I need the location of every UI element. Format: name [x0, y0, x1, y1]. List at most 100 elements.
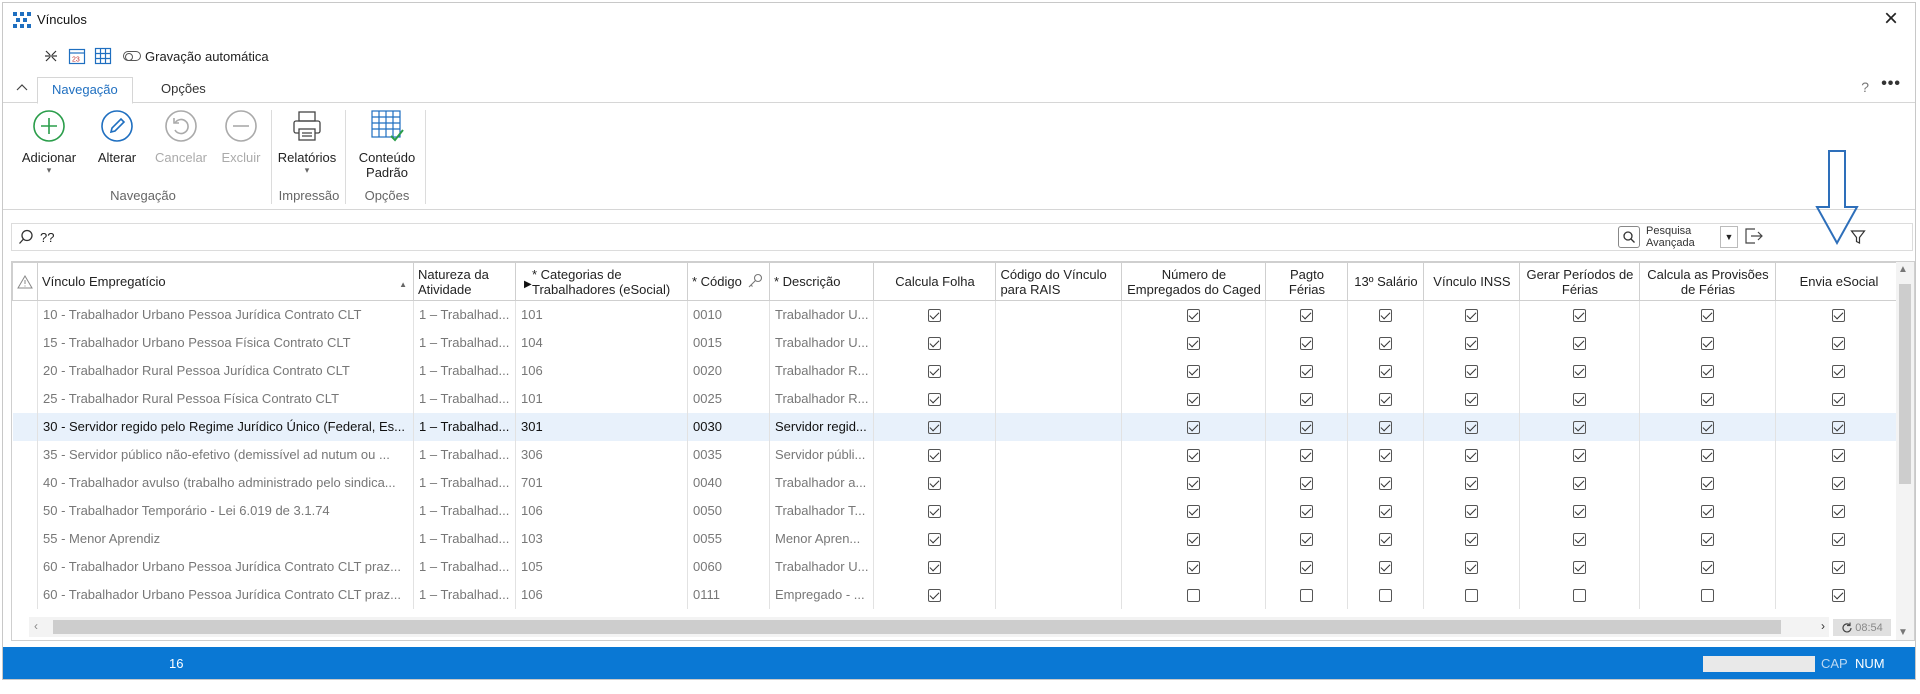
checkbox[interactable]: [928, 393, 942, 407]
checkbox[interactable]: [1187, 337, 1201, 351]
horizontal-scroll-thumb[interactable]: [53, 620, 1781, 634]
checkbox[interactable]: [1379, 505, 1393, 519]
vertical-scrollbar[interactable]: ▲ ▼: [1896, 262, 1914, 640]
table-row[interactable]: 50 - Trabalhador Temporário - Lei 6.019 …: [12, 496, 1903, 525]
checkbox[interactable]: [1187, 589, 1201, 603]
checkbox[interactable]: [1187, 561, 1201, 575]
checkbox[interactable]: [1465, 309, 1479, 323]
checkbox[interactable]: [1187, 309, 1201, 323]
add-dropdown-icon[interactable]: ▾: [17, 165, 81, 175]
checkbox[interactable]: [928, 337, 942, 351]
autosave-toggle[interactable]: Gravação automática: [123, 49, 269, 64]
checkbox[interactable]: [1300, 589, 1314, 603]
grid-view-icon[interactable]: [93, 46, 113, 66]
checkbox[interactable]: [928, 309, 942, 323]
checkbox[interactable]: [1832, 505, 1846, 519]
header-codigo[interactable]: * Código: [687, 262, 770, 301]
header-calcula-folha[interactable]: Calcula Folha: [873, 262, 997, 301]
table-row[interactable]: 20 - Trabalhador Rural Pessoa Jurídica C…: [12, 356, 1903, 385]
checkbox[interactable]: [928, 505, 942, 519]
checkbox[interactable]: [1701, 477, 1715, 491]
checkbox[interactable]: [1187, 505, 1201, 519]
checkbox[interactable]: [1300, 337, 1314, 351]
warning-column-header[interactable]: [12, 262, 38, 301]
header-13-salario[interactable]: 13º Salário: [1347, 262, 1425, 301]
add-button[interactable]: Adicionar ▾: [17, 108, 81, 175]
checkbox[interactable]: [928, 561, 942, 575]
table-row[interactable]: 25 - Trabalhador Rural Pessoa Física Con…: [12, 384, 1903, 413]
checkbox[interactable]: [1379, 365, 1393, 379]
checkbox[interactable]: [1465, 449, 1479, 463]
scroll-right-icon[interactable]: ›: [1821, 619, 1825, 633]
checkbox[interactable]: [1701, 337, 1715, 351]
checkbox[interactable]: [928, 365, 942, 379]
checkbox[interactable]: [1573, 533, 1587, 547]
close-button[interactable]: ×: [1877, 7, 1905, 33]
checkbox[interactable]: [1379, 393, 1393, 407]
checkbox[interactable]: [1465, 365, 1479, 379]
table-row[interactable]: 35 - Servidor público não-efetivo (demis…: [12, 440, 1903, 469]
tab-opcoes[interactable]: Opções: [147, 77, 220, 104]
checkbox[interactable]: [1701, 309, 1715, 323]
checkbox[interactable]: [1701, 421, 1715, 435]
checkbox[interactable]: [1300, 561, 1314, 575]
checkbox[interactable]: [1300, 365, 1314, 379]
header-calcula-provisoes[interactable]: Calcula as Provisões de Férias: [1639, 262, 1777, 301]
more-options-icon[interactable]: •••: [1881, 75, 1901, 93]
checkbox[interactable]: [1832, 393, 1846, 407]
search-input[interactable]: [40, 228, 1240, 246]
checkbox[interactable]: [1379, 589, 1393, 603]
checkbox[interactable]: [1379, 477, 1393, 491]
checkbox[interactable]: [1465, 533, 1479, 547]
checkbox[interactable]: [1187, 421, 1201, 435]
export-icon[interactable]: [1744, 227, 1764, 245]
table-row[interactable]: 60 - Trabalhador Urbano Pessoa Jurídica …: [12, 580, 1903, 609]
table-row[interactable]: 30 - Servidor regido pelo Regime Jurídic…: [12, 412, 1903, 441]
checkbox[interactable]: [1465, 477, 1479, 491]
checkbox[interactable]: [928, 533, 942, 547]
checkbox[interactable]: [1832, 421, 1846, 435]
header-gerar-periodos[interactable]: Gerar Períodos de Férias: [1519, 262, 1641, 301]
checkbox[interactable]: [1701, 365, 1715, 379]
checkbox[interactable]: [1701, 561, 1715, 575]
collapse-ribbon-icon[interactable]: [15, 81, 31, 95]
calendar-icon[interactable]: 23: [67, 46, 87, 66]
vertical-scroll-thumb[interactable]: [1899, 284, 1911, 484]
header-envia-esocial[interactable]: Envia eSocial: [1775, 262, 1903, 301]
checkbox[interactable]: [1832, 561, 1846, 575]
header-natureza[interactable]: Natureza da Atividade: [413, 262, 516, 301]
checkbox[interactable]: [1300, 505, 1314, 519]
default-content-button[interactable]: Conteúdo Padrão: [353, 108, 421, 180]
delete-button[interactable]: Excluir: [209, 108, 273, 165]
checkbox[interactable]: [1573, 309, 1587, 323]
table-row[interactable]: 60 - Trabalhador Urbano Pessoa Jurídica …: [12, 552, 1903, 581]
checkbox[interactable]: [1187, 449, 1201, 463]
checkbox[interactable]: [1187, 477, 1201, 491]
header-codigo-rais[interactable]: Código do Vínculo para RAIS: [995, 262, 1123, 301]
checkbox[interactable]: [1465, 505, 1479, 519]
checkbox[interactable]: [1300, 449, 1314, 463]
checkbox[interactable]: [1701, 589, 1715, 603]
checkbox[interactable]: [1187, 533, 1201, 547]
checkbox[interactable]: [1573, 449, 1587, 463]
checkbox[interactable]: [1832, 533, 1846, 547]
table-row[interactable]: 10 - Trabalhador Urbano Pessoa Jurídica …: [12, 300, 1903, 329]
table-row[interactable]: 15 - Trabalhador Urbano Pessoa Física Co…: [12, 328, 1903, 357]
checkbox[interactable]: [1379, 449, 1393, 463]
reports-dropdown-icon[interactable]: ▾: [275, 165, 339, 175]
checkbox[interactable]: [1300, 477, 1314, 491]
scroll-left-icon[interactable]: ‹: [34, 619, 38, 633]
table-row[interactable]: 40 - Trabalhador avulso (trabalho admini…: [12, 468, 1903, 497]
cancel-button[interactable]: Cancelar: [149, 108, 213, 165]
header-descricao[interactable]: * Descrição: [768, 262, 875, 301]
checkbox[interactable]: [1573, 561, 1587, 575]
checkbox[interactable]: [1465, 337, 1479, 351]
checkbox[interactable]: [1573, 477, 1587, 491]
help-icon[interactable]: ?: [1861, 79, 1869, 95]
refresh-button[interactable]: 08:54: [1833, 619, 1891, 636]
horizontal-scrollbar[interactable]: ‹ ›: [29, 617, 1829, 637]
checkbox[interactable]: [1573, 505, 1587, 519]
checkbox[interactable]: [1379, 421, 1393, 435]
checkbox[interactable]: [1379, 309, 1393, 323]
checkbox[interactable]: [1300, 421, 1314, 435]
